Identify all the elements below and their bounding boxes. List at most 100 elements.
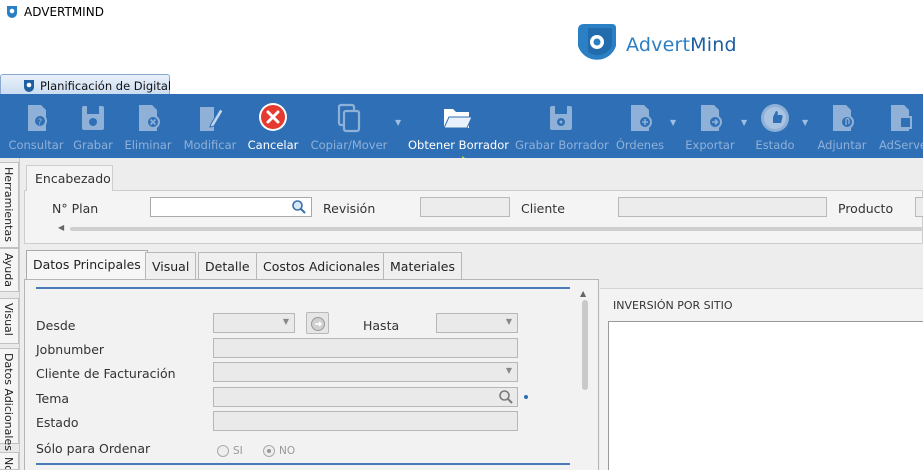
side-tab-label: Herramientas bbox=[2, 167, 15, 242]
required-marker bbox=[524, 395, 528, 399]
radio-no[interactable] bbox=[263, 445, 275, 457]
copiar-mover-dropdown-icon[interactable]: ▼ bbox=[395, 118, 401, 127]
estado-button[interactable]: Estado bbox=[752, 96, 798, 158]
plan-label: N° Plan bbox=[52, 201, 99, 216]
modificar-label: Modificar bbox=[183, 138, 237, 152]
document-attach-icon bbox=[833, 105, 854, 131]
estado-field-label: Estado bbox=[36, 415, 79, 430]
hasta-date-picker[interactable]: ▼ bbox=[436, 313, 518, 333]
tab-detalle[interactable]: Detalle bbox=[198, 252, 257, 279]
circle-arrow-icon bbox=[311, 317, 325, 331]
chevron-down-icon: ▼ bbox=[282, 317, 289, 326]
save-disk-icon bbox=[82, 106, 104, 130]
title-bar bbox=[0, 0, 923, 24]
tab-costos-adicionales[interactable]: Costos Adicionales bbox=[256, 252, 387, 279]
document-tab-label: Planificación de Digital bbox=[40, 79, 172, 93]
ordenes-button[interactable]: Órdenes bbox=[614, 96, 666, 158]
tema-label: Tema bbox=[36, 391, 70, 406]
side-tab-herramientas[interactable]: Herramientas bbox=[0, 162, 19, 248]
tab-detalle-label: Detalle bbox=[205, 259, 250, 274]
estado-dropdown-icon[interactable]: ▼ bbox=[802, 118, 808, 127]
cancelar-label: Cancelar bbox=[247, 138, 299, 152]
consultar-button[interactable]: ? Consultar bbox=[8, 96, 64, 158]
cliente-label: Cliente bbox=[521, 201, 565, 216]
vertical-scrollbar-thumb[interactable] bbox=[582, 300, 588, 390]
adserver-label: AdServer bbox=[879, 138, 923, 152]
grabar-button[interactable]: Grabar bbox=[70, 96, 116, 158]
side-tab-datos-adicionales[interactable]: Datos Adicionales bbox=[0, 348, 19, 451]
tab-visual-label: Visual bbox=[152, 259, 190, 274]
search-icon[interactable] bbox=[498, 389, 514, 405]
revision-field bbox=[420, 197, 510, 217]
modificar-button[interactable]: Modificar bbox=[180, 96, 240, 158]
exportar-button[interactable]: Exportar bbox=[682, 96, 738, 158]
side-tab-extra[interactable]: No bbox=[0, 452, 19, 470]
ordenes-dropdown-icon[interactable]: ▼ bbox=[670, 118, 676, 127]
app-logo-icon bbox=[7, 6, 17, 18]
estado-label: Estado bbox=[755, 138, 795, 152]
search-icon[interactable] bbox=[291, 199, 307, 215]
side-tab-label: No bbox=[2, 457, 15, 470]
jobnumber-label: Jobnumber bbox=[36, 342, 105, 357]
document-add-icon bbox=[631, 105, 652, 131]
tab-datos-principales-label: Datos Principales bbox=[33, 257, 141, 272]
header-horizontal-scrollbar[interactable] bbox=[70, 227, 923, 231]
plan-input[interactable] bbox=[150, 197, 312, 217]
thumbs-up-icon bbox=[761, 104, 789, 132]
tab-encabezado-label: Encabezado bbox=[35, 171, 111, 186]
exportar-label: Exportar bbox=[685, 138, 735, 152]
side-tab-label: Datos Adicionales bbox=[2, 353, 15, 451]
eliminar-label: Eliminar bbox=[124, 138, 172, 152]
ribbon-toolbar: ? Consultar Grabar Eliminar Modificar Ca… bbox=[0, 96, 923, 158]
cancel-x-icon bbox=[259, 103, 287, 131]
side-tab-visual[interactable]: Visual bbox=[0, 298, 19, 344]
adjuntar-label: Adjuntar bbox=[817, 138, 867, 152]
adserver-button[interactable]: AdServer bbox=[876, 96, 923, 158]
grabar-label: Grabar bbox=[73, 138, 113, 152]
section-divider bbox=[36, 463, 570, 465]
adjuntar-button[interactable]: Adjuntar bbox=[814, 96, 870, 158]
document-export-icon bbox=[701, 105, 722, 131]
solo-ordenar-label: Sólo para Ordenar bbox=[36, 441, 151, 456]
document-edit-icon bbox=[200, 107, 224, 131]
tema-field[interactable] bbox=[213, 387, 518, 407]
consultar-label: Consultar bbox=[8, 138, 64, 152]
copy-icon bbox=[337, 103, 361, 133]
scroll-left-icon[interactable]: ◀ bbox=[58, 223, 64, 232]
desde-date-picker[interactable]: ▼ bbox=[213, 313, 295, 333]
cancelar-button[interactable]: Cancelar bbox=[245, 96, 301, 158]
radio-si[interactable] bbox=[217, 445, 229, 457]
exportar-dropdown-icon[interactable]: ▼ bbox=[741, 118, 747, 127]
jobnumber-field bbox=[213, 338, 518, 358]
svg-text:?: ? bbox=[38, 118, 43, 128]
save-draft-icon bbox=[550, 106, 572, 130]
tab-visual[interactable]: Visual bbox=[145, 252, 197, 279]
copiar-mover-button[interactable]: Copiar/Mover bbox=[308, 96, 390, 158]
revision-label: Revisión bbox=[323, 201, 376, 216]
document-search-icon: ? bbox=[28, 105, 47, 131]
radio-si-label: SI bbox=[233, 445, 243, 457]
chevron-down-icon: ▼ bbox=[505, 317, 512, 326]
side-tab-strip: Herramientas Ayuda Visual Datos Adiciona… bbox=[0, 158, 20, 470]
producto-field bbox=[915, 197, 923, 217]
section-divider bbox=[36, 287, 570, 289]
cliente-field bbox=[618, 197, 827, 217]
cliente-facturacion-select[interactable]: ▼ bbox=[213, 362, 518, 382]
document-delete-icon bbox=[139, 105, 160, 131]
app-logo-icon bbox=[24, 80, 34, 92]
tab-materiales-label: Materiales bbox=[390, 259, 455, 274]
desde-label: Desde bbox=[36, 318, 76, 333]
cliente-facturacion-label: Cliente de Facturación bbox=[36, 366, 176, 381]
side-tab-ayuda[interactable]: Ayuda bbox=[0, 248, 19, 292]
date-link-button[interactable] bbox=[306, 312, 329, 334]
chevron-down-icon: ▼ bbox=[505, 366, 512, 375]
tab-datos-principales[interactable]: Datos Principales bbox=[26, 250, 148, 280]
eliminar-button[interactable]: Eliminar bbox=[122, 96, 174, 158]
obtener-borrador-button[interactable]: Obtener Borrador bbox=[408, 96, 509, 158]
copiar-mover-label: Copiar/Mover bbox=[310, 138, 388, 152]
grabar-borrador-button[interactable]: Grabar Borrador bbox=[515, 96, 609, 158]
grabar-borrador-label: Grabar Borrador bbox=[515, 138, 609, 152]
side-tab-label: Ayuda bbox=[2, 253, 15, 287]
tab-materiales[interactable]: Materiales bbox=[383, 252, 462, 279]
scroll-up-icon[interactable]: ▲ bbox=[580, 289, 586, 298]
